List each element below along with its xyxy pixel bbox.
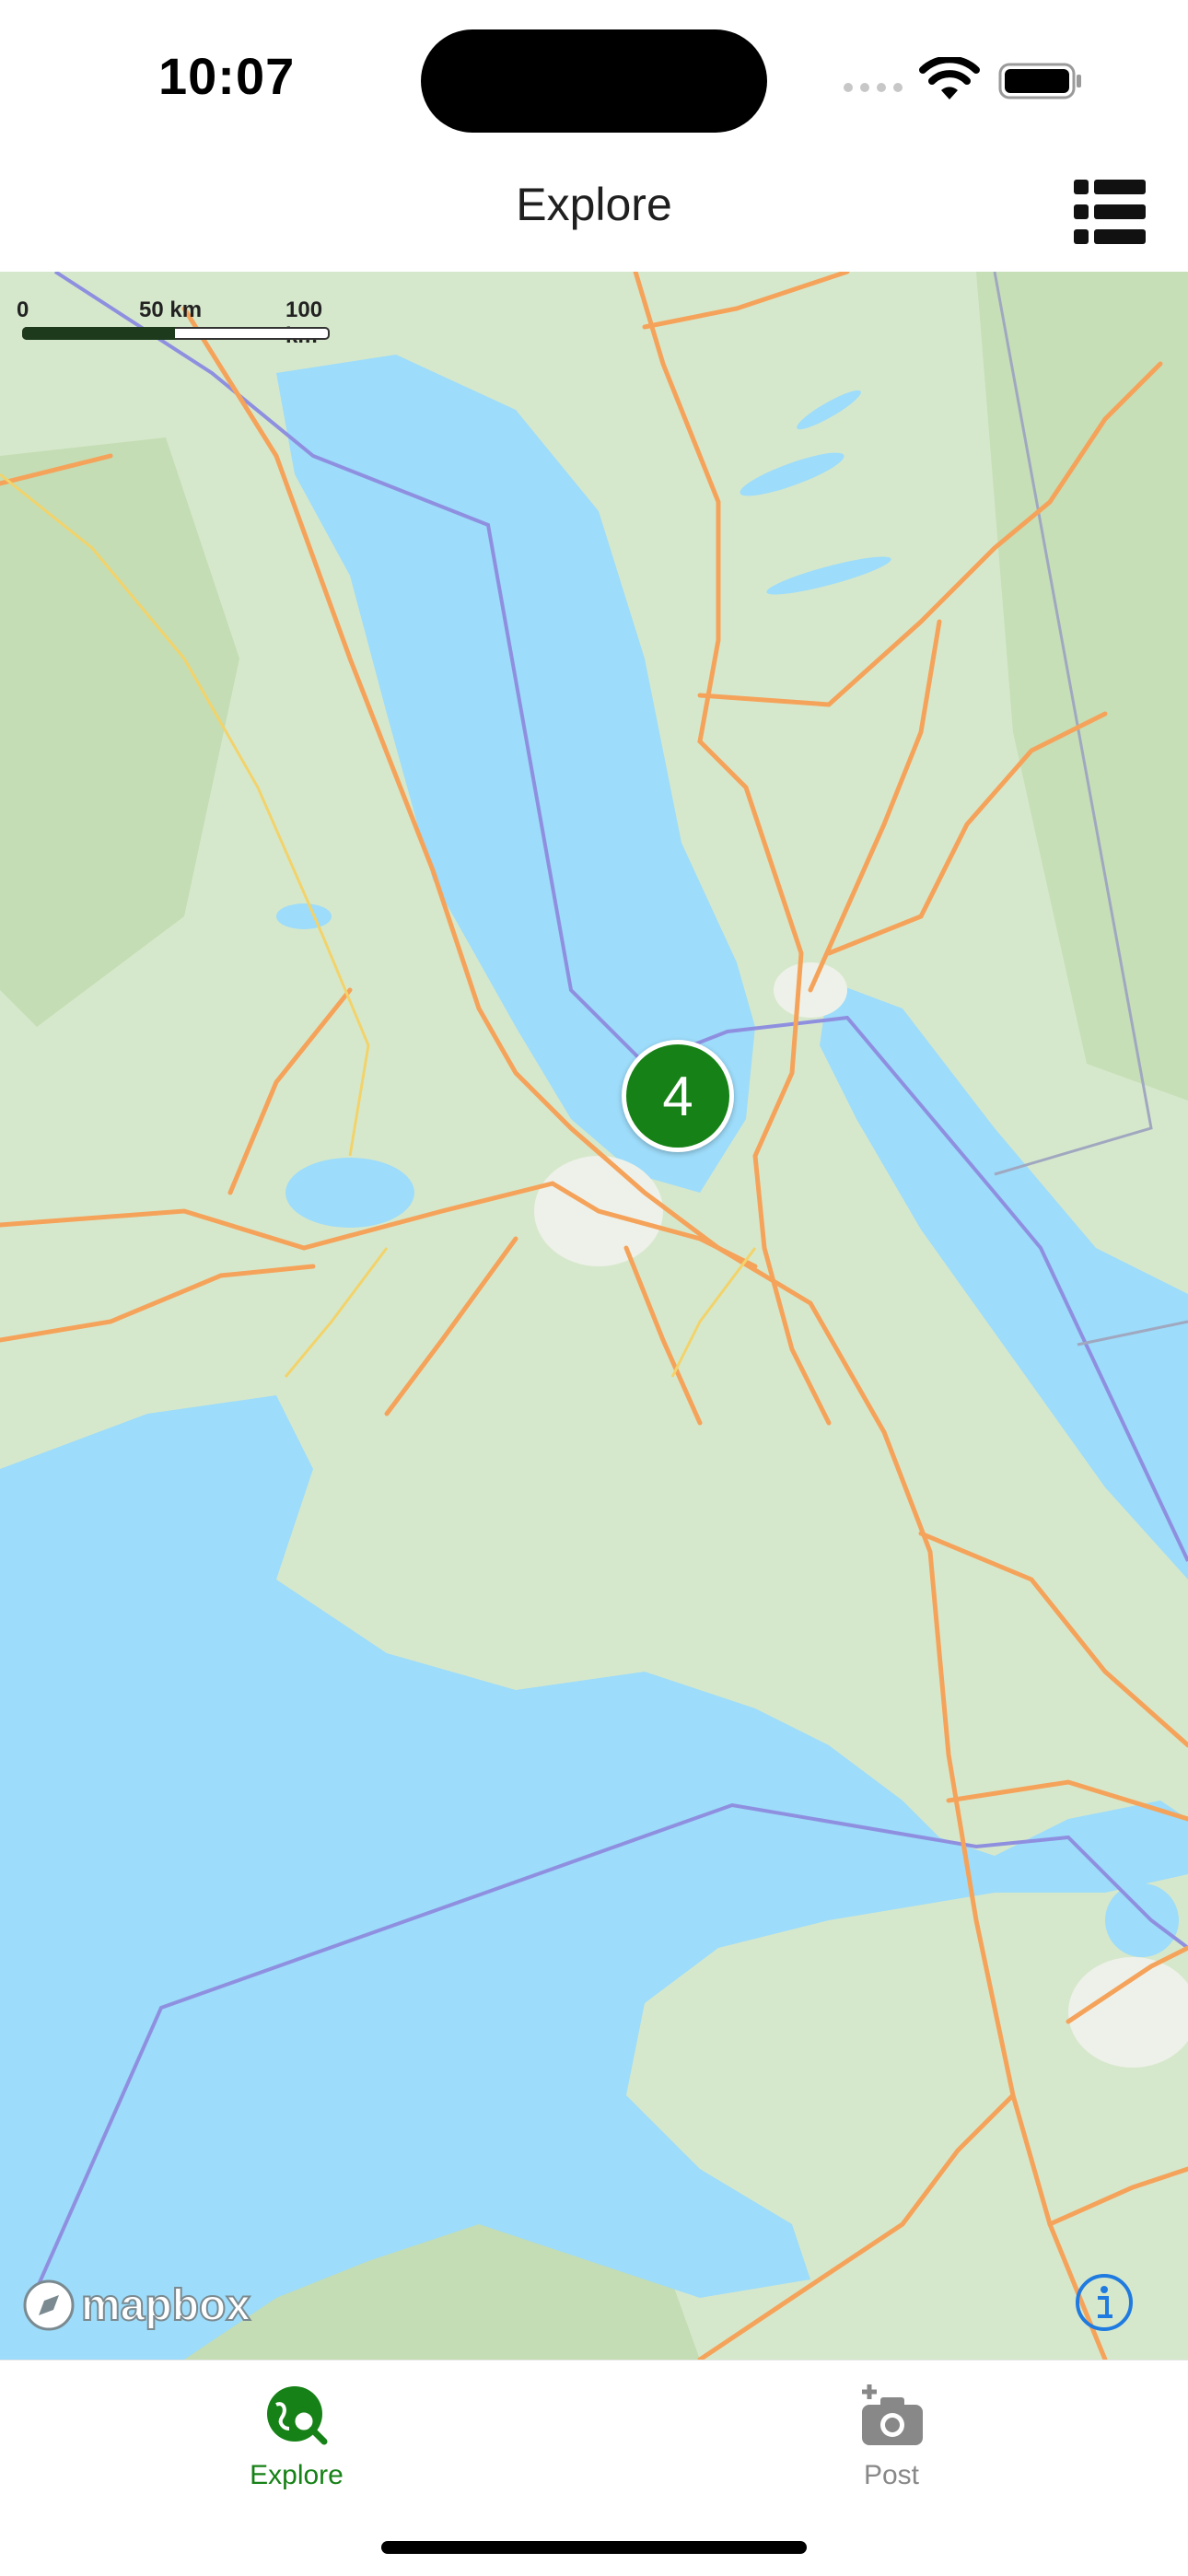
scale-label-max: 100 km	[285, 297, 323, 348]
list-icon	[1074, 180, 1146, 244]
mapbox-logo[interactable]: mapbox	[22, 2278, 251, 2333]
lake	[285, 1158, 414, 1228]
mapbox-compass-icon	[23, 2279, 75, 2331]
status-time: 10:07	[158, 47, 296, 105]
info-icon	[1076, 2274, 1133, 2331]
map-info-button[interactable]	[1074, 2272, 1135, 2333]
tab-post[interactable]: Post	[744, 2360, 1039, 2508]
battery-icon	[998, 63, 1081, 99]
cellular-signal-icon	[844, 83, 903, 92]
camera-plus-icon	[862, 2384, 923, 2445]
list-view-button[interactable]	[1072, 176, 1147, 248]
map-canvas[interactable]	[0, 272, 1188, 2360]
scale-fill	[22, 327, 175, 340]
navigation-bar: Explore	[0, 152, 1188, 272]
scale-label-zero: 0	[17, 297, 29, 322]
home-indicator	[381, 2541, 807, 2554]
dynamic-island	[421, 29, 767, 133]
cluster-marker[interactable]: 4	[622, 1040, 734, 1152]
lake	[1105, 1883, 1179, 1957]
mapbox-wordmark: mapbox	[80, 2280, 251, 2331]
wifi-icon	[919, 57, 980, 99]
map-view[interactable]: 0 50 km 100 km 4 mapbox	[0, 272, 1188, 2360]
tab-explore-label: Explore	[250, 2460, 344, 2490]
tab-post-label: Post	[863, 2460, 920, 2490]
lake	[276, 903, 332, 929]
tab-explore[interactable]: Explore	[149, 2360, 444, 2508]
map-scale-bar: 0 50 km 100 km	[17, 297, 330, 353]
status-bar: 10:07	[0, 0, 1188, 152]
page-title: Explore	[516, 179, 672, 230]
globe-search-icon	[267, 2386, 328, 2445]
scale-label-mid: 50 km	[139, 297, 203, 322]
